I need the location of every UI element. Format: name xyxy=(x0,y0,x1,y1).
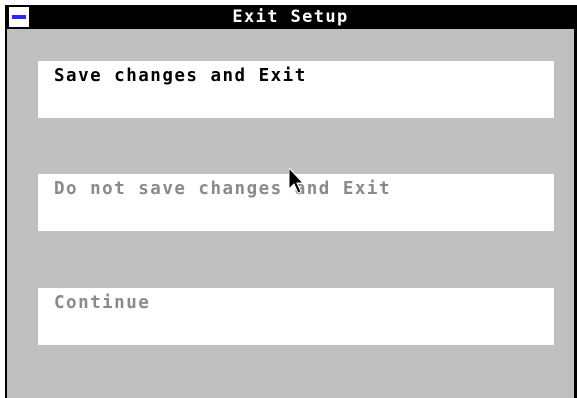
mouse-pointer-icon xyxy=(289,168,303,194)
continue-button[interactable]: Continue xyxy=(38,288,554,345)
save-changes-and-exit-button[interactable]: Save changes and Exit xyxy=(38,61,554,118)
exit-setup-dialog: Exit Setup Save changes and Exit Do not … xyxy=(5,5,577,398)
window-title: Exit Setup xyxy=(232,7,349,27)
title-bar: Exit Setup xyxy=(7,5,574,29)
